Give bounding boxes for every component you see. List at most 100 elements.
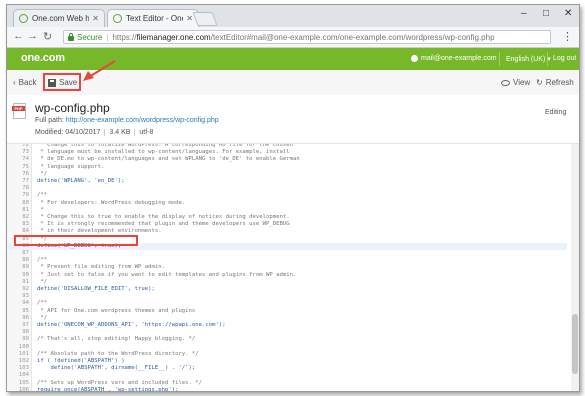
file-meta: Modified: 04/10/2017 3.4 KB utf-8 <box>35 129 157 136</box>
line-number: 75 <box>22 163 29 170</box>
maximize-button[interactable]: □ <box>543 8 549 19</box>
code-line[interactable]: 95 * API for One.com wordpress themes an… <box>7 308 567 315</box>
tab-text-editor[interactable]: Text Editor - One.com Fi ✕ <box>107 9 199 27</box>
code-line[interactable]: 87 <box>7 250 567 257</box>
code-line[interactable]: 80 * For developers: WordPress debugging… <box>7 200 567 207</box>
scrollbar-thumb[interactable] <box>572 314 578 374</box>
one-com-favicon-icon <box>19 14 28 23</box>
close-icon[interactable]: ✕ <box>92 14 99 23</box>
url-path: /textEditor#mail@one-example.com/one-exa… <box>210 32 495 42</box>
file-encoding: utf-8 <box>139 129 154 136</box>
code-line[interactable]: 77 define('WPLANG', 'en_DE'); <box>7 178 567 185</box>
new-tab-button[interactable] <box>192 12 218 26</box>
user-menu[interactable]: mail@one-example.com <box>411 55 497 62</box>
line-number: 96 <box>22 314 29 321</box>
back-label: Back <box>18 78 37 87</box>
line-text: * de_DE.mo to wp-content/languages and s… <box>37 156 300 163</box>
file-path: Full path: http://one-example.com/wordpr… <box>35 117 219 124</box>
save-label: Save <box>59 78 78 87</box>
code-line[interactable]: 96 */ <box>7 315 567 322</box>
tab-strip: One.com Web hosting ✕ Text Editor - One.… <box>7 5 579 27</box>
one-com-favicon-icon <box>113 14 122 23</box>
code-line[interactable]: 98 <box>7 329 567 336</box>
code-line[interactable]: 100 <box>7 344 567 351</box>
minimize-button[interactable]: – <box>521 8 527 19</box>
close-icon[interactable]: ✕ <box>186 14 193 23</box>
language-select[interactable]: English (UK) ▾ <box>506 55 551 63</box>
back-button[interactable]: ‹ Back <box>13 78 36 87</box>
line-text: */ <box>37 278 48 285</box>
line-number: 76 <box>22 170 29 177</box>
tab-one-com-web-hosting[interactable]: One.com Web hosting ✕ <box>13 9 105 27</box>
code-line[interactable]: 90 * Just set to false if you want to ed… <box>7 272 567 279</box>
line-number: 93 <box>22 293 29 300</box>
code-line[interactable]: 81 * <box>7 207 567 214</box>
code-line[interactable]: 82 * Change this to true to enable the d… <box>7 214 567 221</box>
line-text: * <box>37 206 44 213</box>
code-line[interactable]: 103 define('ABSPATH', dirname(__FILE__) … <box>7 365 567 372</box>
code-line[interactable]: 88 /** <box>7 257 567 264</box>
line-number: 99 <box>22 336 29 343</box>
url-input[interactable]: Secure | https:// filemanager.one.com /t… <box>63 30 551 44</box>
file-size: 3.4 KB <box>105 129 136 136</box>
line-text: * Change this to true to enable the disp… <box>37 214 290 220</box>
tab-label: Text Editor - One.com Fi <box>126 14 183 23</box>
code-line[interactable]: 76 */ <box>7 171 567 178</box>
line-number: 91 <box>22 278 29 285</box>
line-number: 94 <box>22 300 29 307</box>
code-line[interactable]: 102 if ( !defined('ABSPATH') ) <box>7 358 567 365</box>
user-icon <box>411 55 418 62</box>
code-line[interactable]: 91 */ <box>7 279 567 286</box>
save-button[interactable]: Save <box>48 78 77 87</box>
code-line[interactable]: 89 * Prevent file editing from WP admin. <box>7 264 567 271</box>
line-text: * Just set to false if you want to edit … <box>37 271 297 278</box>
code-line[interactable]: 99 /* That's all, stop editing! Happy blo… <box>7 336 567 343</box>
url-scheme: https:// <box>112 32 137 42</box>
line-text: * language must be installed to wp-conte… <box>37 149 290 156</box>
line-text: define('ONECOM_WP_ADDONS_API', 'https://… <box>37 322 226 328</box>
line-text: /** <box>37 257 48 264</box>
code-line[interactable]: 78 <box>7 185 567 192</box>
code-line[interactable]: 93 <box>7 293 567 300</box>
line-text: define('WPLANG', 'en_DE'); <box>37 178 125 184</box>
code-line[interactable]: 74 * de_DE.mo to wp-content/languages an… <box>7 156 567 163</box>
user-email: mail@one-example.com <box>421 55 497 62</box>
code-line[interactable]: 83 * It is strongly recommended that plu… <box>7 221 567 228</box>
code-editor[interactable]: 72 * Change this to localize WordPress. … <box>7 144 579 391</box>
file-name: wp-config.php <box>35 101 110 115</box>
view-button[interactable]: View <box>501 78 530 87</box>
one-com-logo[interactable]: one.com <box>21 52 65 64</box>
code-line[interactable]: 106 require_once(ABSPATH . 'wp-settings.p… <box>7 387 567 391</box>
forward-arrow-icon[interactable]: → <box>27 30 38 42</box>
reload-icon[interactable]: ↻ <box>43 30 52 43</box>
code-line[interactable]: 105 /** Sets up WordPress vars and includ… <box>7 380 567 387</box>
line-number: 78 <box>22 185 29 192</box>
code-line[interactable]: 97 define('ONECOM_WP_ADDONS_API', 'https:… <box>7 322 567 329</box>
tab-label: One.com Web hosting <box>32 14 90 23</box>
refresh-button[interactable]: ↻ Refresh <box>536 78 574 87</box>
back-arrow-icon[interactable]: ← <box>13 30 24 42</box>
file-info-panel: PHP wp-config.php Full path: http://one-… <box>7 95 579 144</box>
refresh-icon: ↻ <box>536 78 543 87</box>
logout-link[interactable]: Log out <box>553 55 576 62</box>
code-line[interactable]: 79 /** <box>7 192 567 199</box>
code-line[interactable]: 101 /** Absolute path to the WordPress di… <box>7 351 567 358</box>
eye-icon <box>501 79 510 86</box>
close-window-button[interactable]: ✕ <box>564 8 572 19</box>
file-path-link[interactable]: http://one-example.com/wordpress/wp-conf… <box>66 117 219 124</box>
code-line[interactable]: 73 * language must be installed to wp-co… <box>7 149 567 156</box>
line-text: /** Sets up WordPress vars and included … <box>37 379 203 386</box>
line-number: 79 <box>22 192 29 199</box>
annotation-arrow <box>83 60 116 81</box>
code-line[interactable]: 92 define('DISALLOW_FILE_EDIT', true); <box>7 286 567 293</box>
code-line[interactable]: 104 <box>7 372 567 379</box>
code-line[interactable]: 94 /** <box>7 300 567 307</box>
line-text: * API for One.com wordpress themes and p… <box>37 307 196 314</box>
line-number: 103 <box>18 365 29 372</box>
line-number: 101 <box>18 350 29 357</box>
browser-window: One.com Web hosting ✕ Text Editor - One.… <box>6 4 580 392</box>
line-number: 80 <box>22 199 29 206</box>
code-line[interactable]: 75 * language support. <box>7 164 567 171</box>
file-modified: Modified: 04/10/2017 <box>35 129 106 136</box>
browser-menu-icon[interactable]: ⋮ <box>562 30 573 43</box>
